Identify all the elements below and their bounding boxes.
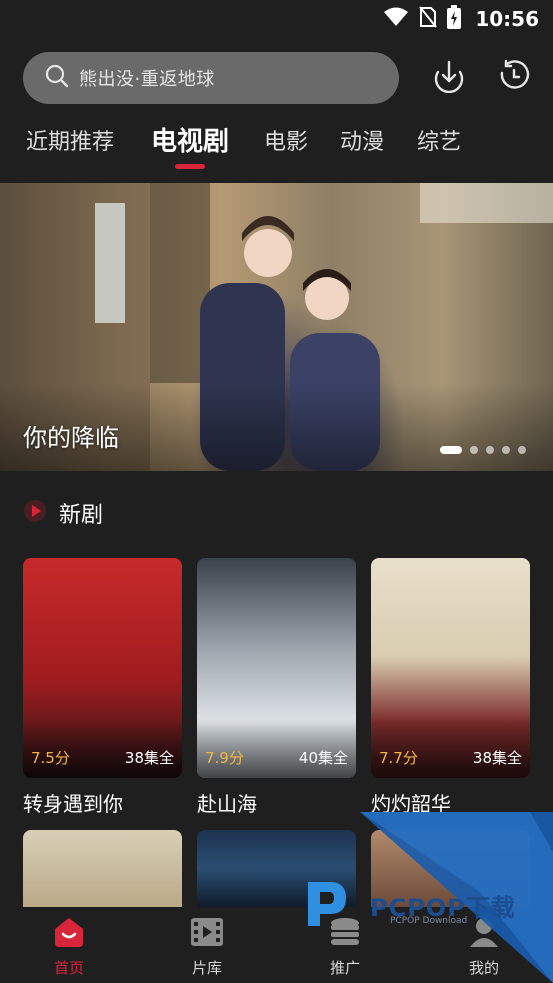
download-icon — [432, 59, 466, 97]
rating-label: 7.9分 — [205, 749, 244, 767]
episodes-label: 38集全 — [124, 749, 174, 767]
nav-label: 首页 — [53, 959, 84, 977]
history-button[interactable] — [494, 58, 534, 98]
rating-label: 7.5分 — [31, 749, 70, 767]
featured-banner[interactable]: 你的降临 — [0, 183, 553, 471]
status-bar: 10:56 — [0, 0, 553, 38]
nav-home[interactable]: 首页 — [23, 915, 115, 978]
poster-image[interactable]: 7.7分 38集全 — [371, 558, 530, 778]
home-icon — [51, 915, 87, 953]
watermark-logo-icon — [308, 882, 346, 926]
carousel-dot[interactable] — [440, 446, 462, 454]
carousel-dot[interactable] — [470, 446, 478, 454]
show-title[interactable]: 转身遇到你 — [23, 788, 182, 817]
tab-anime[interactable]: 动漫 — [340, 124, 384, 156]
wifi-icon — [383, 7, 409, 31]
episodes-label: 40集全 — [298, 749, 348, 767]
banner-title: 你的降临 — [23, 424, 119, 452]
section-header: 新剧 — [23, 497, 103, 529]
show-card[interactable] — [23, 830, 182, 907]
search-placeholder: 熊出没·重返地球 — [79, 69, 215, 90]
show-card[interactable]: 7.9分 40集全 赴山海 — [197, 558, 356, 817]
rating-label: 7.7分 — [379, 749, 418, 767]
tab-variety[interactable]: 综艺 — [417, 124, 461, 156]
status-time: 10:56 — [475, 7, 539, 31]
battery-charging-icon — [447, 5, 462, 33]
section-title: 新剧 — [59, 503, 104, 528]
active-tab-indicator — [175, 164, 205, 169]
search-icon — [45, 64, 69, 92]
carousel-dots — [440, 446, 526, 454]
episodes-label: 38集全 — [472, 749, 522, 767]
nav-label: 推广 — [329, 959, 360, 977]
show-title[interactable]: 赴山海 — [197, 788, 356, 817]
film-library-icon — [189, 915, 225, 953]
history-icon — [497, 59, 531, 97]
show-card[interactable]: 7.5分 38集全 转身遇到你 — [23, 558, 182, 817]
play-icon — [23, 499, 47, 527]
tab-recommended[interactable]: 近期推荐 — [26, 124, 114, 156]
carousel-dot[interactable] — [502, 446, 510, 454]
category-tabs: 近期推荐 电视剧 电影 动漫 综艺 — [0, 118, 553, 169]
search-input[interactable]: 熊出没·重返地球 — [23, 52, 399, 104]
carousel-dot[interactable] — [518, 446, 526, 454]
tab-movies[interactable]: 电影 — [264, 124, 308, 156]
show-card[interactable]: 7.7分 38集全 灼灼韶华 — [371, 558, 530, 817]
no-sim-icon — [419, 6, 438, 32]
tab-tv-series[interactable]: 电视剧 — [151, 121, 229, 158]
carousel-dot[interactable] — [486, 446, 494, 454]
nav-label: 片库 — [191, 959, 222, 977]
download-button[interactable] — [429, 58, 469, 98]
poster-image[interactable]: 7.9分 40集全 — [197, 558, 356, 778]
nav-film-library[interactable]: 片库 — [161, 915, 253, 978]
watermark-subtext: PCPOP Download — [390, 916, 468, 926]
poster-image[interactable] — [23, 830, 182, 907]
poster-image[interactable]: 7.5分 38集全 — [23, 558, 182, 778]
